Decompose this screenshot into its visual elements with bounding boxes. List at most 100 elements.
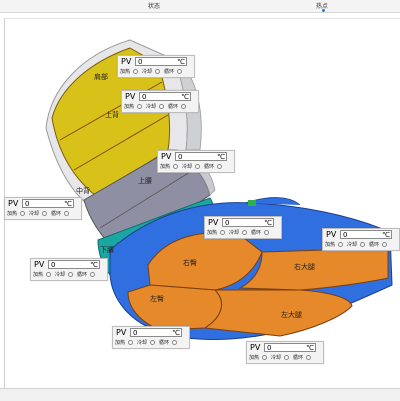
cool-radio[interactable] — [360, 242, 365, 247]
cool-radio[interactable] — [195, 164, 200, 169]
unit-label: ℃ — [382, 231, 390, 239]
cycle-option[interactable]: 循环 — [159, 339, 177, 346]
cycle-radio[interactable] — [177, 69, 182, 74]
heat-radio[interactable] — [137, 104, 142, 109]
cycle-option[interactable]: 循环 — [77, 271, 95, 278]
unit-label: ℃ — [177, 58, 185, 66]
zone-label-upper-back: 上背 — [105, 111, 119, 119]
cycle-radio[interactable] — [181, 104, 186, 109]
cool-radio[interactable] — [150, 340, 155, 345]
pv-label: PV — [326, 230, 337, 239]
pv-value-input[interactable]: 0 ℃ — [264, 343, 316, 352]
pv-value-input[interactable]: 0 ℃ — [340, 230, 392, 239]
heat-option[interactable]: 加热 — [7, 210, 25, 217]
cycle-radio[interactable] — [64, 211, 69, 216]
heat-option[interactable]: 加热 — [124, 103, 142, 110]
unit-label: ℃ — [306, 344, 314, 352]
cycle-option[interactable]: 循环 — [168, 103, 186, 110]
cycle-option[interactable]: 循环 — [369, 241, 387, 248]
cycle-radio[interactable] — [306, 355, 311, 360]
cool-option[interactable]: 冷却 — [271, 354, 289, 361]
cycle-option[interactable]: 循环 — [251, 229, 269, 236]
zone-label-left-thigh: 左大腿 — [281, 311, 302, 319]
pv-value-input[interactable]: 0 ℃ — [48, 260, 100, 269]
heat-option[interactable]: 加热 — [33, 271, 51, 278]
pv-value-input[interactable]: 0 ℃ — [130, 328, 182, 337]
heat-radio[interactable] — [262, 355, 267, 360]
mode-options: 加热 冷却 循环 — [325, 241, 399, 249]
heat-option[interactable]: 加热 — [120, 68, 138, 75]
unit-label: ℃ — [64, 200, 72, 208]
mode-options: 加热 冷却 循环 — [33, 271, 107, 279]
heat-radio[interactable] — [46, 272, 51, 277]
mode-options: 加热 冷却 循环 — [160, 163, 234, 171]
mode-options: 加热 冷却 循环 — [124, 103, 198, 111]
cycle-option[interactable]: 循环 — [51, 210, 69, 217]
cycle-radio[interactable] — [217, 164, 222, 169]
heat-radio[interactable] — [338, 242, 343, 247]
cool-option[interactable]: 冷却 — [55, 271, 73, 278]
heat-option[interactable]: 加热 — [160, 163, 178, 170]
cycle-radio[interactable] — [90, 272, 95, 277]
cycle-radio[interactable] — [172, 340, 177, 345]
pv-label: PV — [8, 199, 19, 208]
pv-label: PV — [125, 92, 136, 101]
unit-label: ℃ — [264, 219, 272, 227]
green-sensor-marker — [248, 200, 256, 206]
left-thigh-area — [203, 289, 353, 337]
pv-panel: PV 0 ℃ 加热 冷却 循环 — [246, 341, 324, 364]
zone-label-right-hip: 右臀 — [183, 259, 197, 267]
heat-radio[interactable] — [20, 211, 25, 216]
heat-option[interactable]: 加热 — [249, 354, 267, 361]
cool-option[interactable]: 冷却 — [142, 68, 160, 75]
cool-radio[interactable] — [155, 69, 160, 74]
cool-option[interactable]: 冷却 — [29, 210, 47, 217]
unit-label: ℃ — [90, 261, 98, 269]
pv-panel: PV 0 ℃ 加热 冷却 循环 — [204, 216, 282, 239]
pv-label: PV — [250, 343, 261, 352]
cycle-radio[interactable] — [382, 242, 387, 247]
mode-options: 加热 冷却 循环 — [7, 210, 81, 218]
cool-radio[interactable] — [42, 211, 47, 216]
pv-value-input[interactable]: 0 ℃ — [135, 57, 187, 66]
pv-panel: PV 0 ℃ 加热 冷却 循环 — [112, 326, 190, 349]
pv-value-input[interactable]: 0 ℃ — [139, 92, 191, 101]
heat-option[interactable]: 加热 — [325, 241, 343, 248]
zone-label-upper-waist: 上腰 — [138, 177, 152, 185]
cool-option[interactable]: 冷却 — [347, 241, 365, 248]
mode-options: 加热 冷却 循环 — [207, 229, 281, 237]
zone-label-mid-back: 中背 — [76, 187, 90, 195]
cool-radio[interactable] — [68, 272, 73, 277]
cool-radio[interactable] — [159, 104, 164, 109]
cool-option[interactable]: 冷却 — [182, 163, 200, 170]
cycle-option[interactable]: 循环 — [204, 163, 222, 170]
cool-radio[interactable] — [242, 230, 247, 235]
pv-label: PV — [161, 152, 172, 161]
heat-radio[interactable] — [133, 69, 138, 74]
cycle-radio[interactable] — [264, 230, 269, 235]
pv-label: PV — [34, 260, 45, 269]
heat-radio[interactable] — [128, 340, 133, 345]
mode-options: 加热 冷却 循环 — [120, 68, 194, 76]
cool-option[interactable]: 冷却 — [146, 103, 164, 110]
pv-panel: PV 0 ℃ 加热 冷却 循环 — [121, 90, 199, 113]
mode-options: 加热 冷却 循环 — [249, 354, 323, 362]
cool-option[interactable]: 冷却 — [137, 339, 155, 346]
zone-label-shoulder: 肩部 — [94, 73, 108, 81]
heat-option[interactable]: 加热 — [115, 339, 133, 346]
bottom-status-bar — [0, 388, 400, 401]
pv-value-input[interactable]: 0 ℃ — [22, 199, 74, 208]
cool-option[interactable]: 冷却 — [229, 229, 247, 236]
cool-radio[interactable] — [284, 355, 289, 360]
heat-option[interactable]: 加热 — [207, 229, 225, 236]
heat-radio[interactable] — [220, 230, 225, 235]
pv-panel: PV 0 ℃ 加热 冷却 循环 — [117, 55, 195, 78]
cycle-option[interactable]: 循环 — [164, 68, 182, 75]
pv-value-input[interactable]: 0 ℃ — [175, 152, 227, 161]
cycle-option[interactable]: 循环 — [293, 354, 311, 361]
heat-radio[interactable] — [173, 164, 178, 169]
mode-options: 加热 冷却 循环 — [115, 339, 189, 347]
zone-label-lower-waist: 下腰 — [100, 246, 114, 254]
pv-value-input[interactable]: 0 ℃ — [222, 218, 274, 227]
pv-panel: PV 0 ℃ 加热 冷却 循环 — [322, 228, 400, 251]
